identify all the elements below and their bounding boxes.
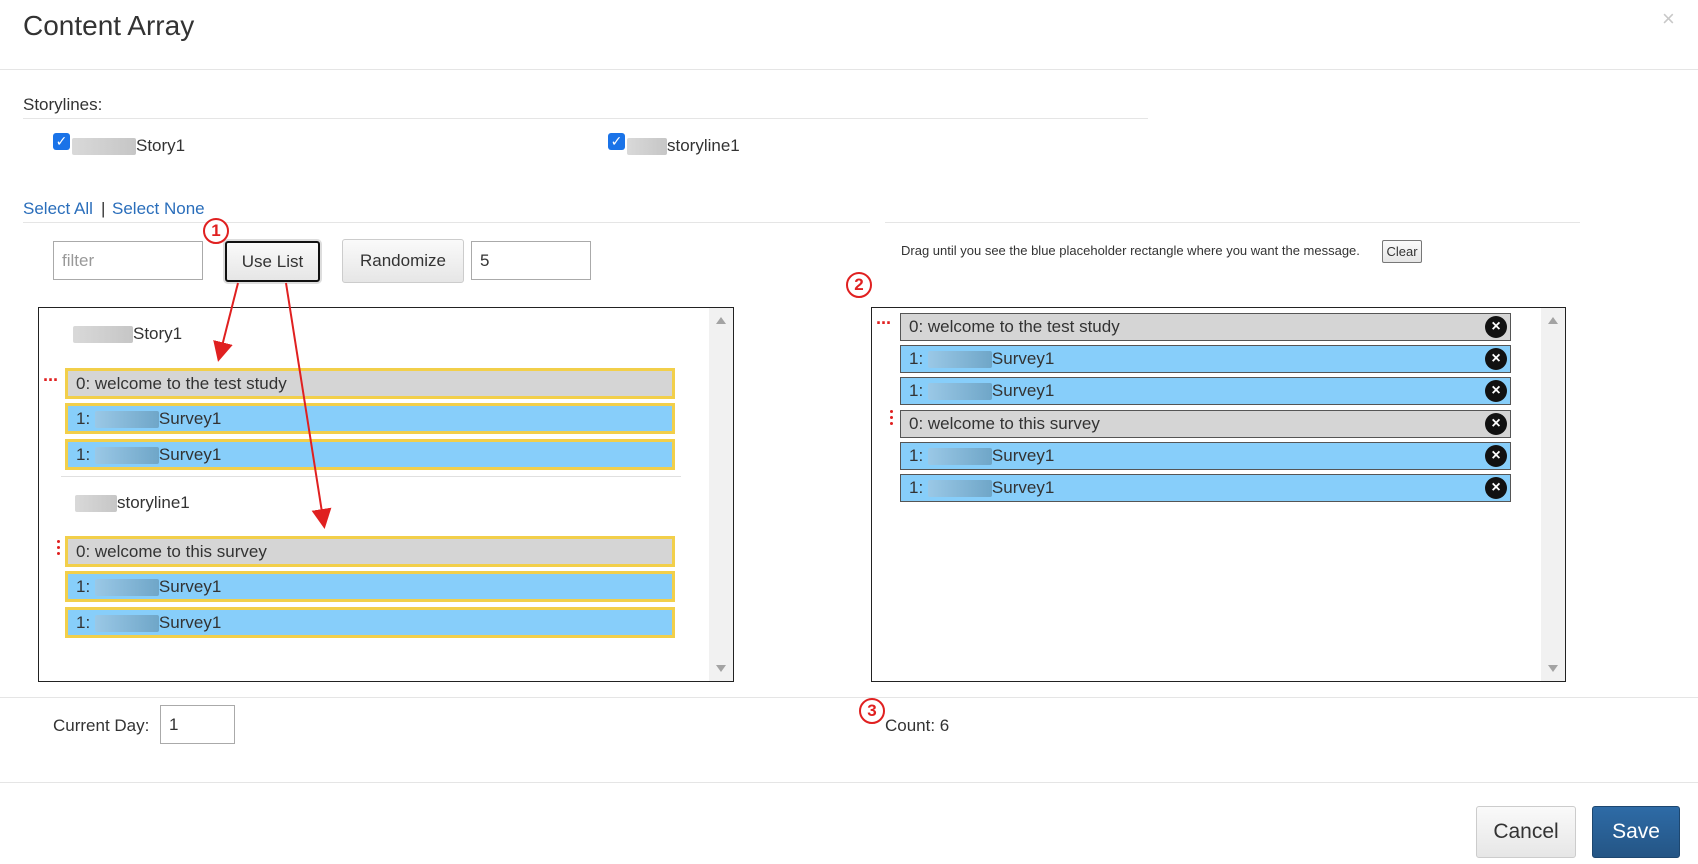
count-text: Count: 6 — [885, 716, 950, 735]
redacted-text — [73, 326, 133, 344]
storylines-label: Storylines: — [23, 95, 103, 114]
annotation-badge-1: 1 — [203, 218, 229, 244]
select-none-link[interactable]: Select None — [112, 199, 205, 219]
group-label-storyline1: storyline1 — [75, 493, 190, 513]
redacted-text — [927, 480, 992, 498]
selected-item[interactable]: 1: Survey1 × — [900, 474, 1511, 502]
list-item[interactable]: 1: Survey1 — [65, 439, 675, 470]
bottom-divider — [0, 697, 1698, 698]
list-item[interactable]: 1: Survey1 — [65, 607, 675, 638]
selected-item[interactable]: 1: Survey1 × — [900, 345, 1511, 373]
select-all-link[interactable]: Select All — [23, 199, 93, 219]
dialog-title: Content Array — [23, 10, 195, 41]
scroll-up-icon[interactable] — [1548, 317, 1558, 324]
redacted-text — [94, 447, 159, 465]
drag-handle-vertical-icon[interactable] — [57, 540, 60, 558]
drag-handle-horizontal-icon[interactable]: ··· — [876, 313, 892, 334]
storyline-label-storyline1: storyline1 — [627, 136, 740, 156]
footer-divider — [0, 782, 1698, 783]
use-list-button[interactable]: Use List — [225, 241, 320, 282]
remove-icon[interactable]: × — [1485, 348, 1507, 370]
cancel-button[interactable]: Cancel — [1476, 806, 1576, 858]
current-day-label: Current Day: — [53, 716, 150, 735]
redacted-text — [927, 351, 992, 369]
right-list-scrollbar[interactable] — [1541, 308, 1565, 681]
storyline-label-story1: Story1 — [72, 136, 185, 156]
list-item[interactable]: 0: welcome to the test study — [65, 368, 675, 399]
left-list-scrollbar[interactable] — [709, 308, 733, 681]
list-item[interactable]: 1: Survey1 — [65, 571, 675, 602]
scroll-up-icon[interactable] — [716, 317, 726, 324]
link-separator: | — [101, 199, 106, 218]
remove-icon[interactable]: × — [1485, 316, 1507, 338]
left-divider — [23, 222, 870, 223]
close-icon[interactable]: × — [1662, 6, 1675, 32]
right-divider — [885, 222, 1580, 223]
redacted-text — [94, 579, 159, 597]
selected-item[interactable]: 1: Survey1 × — [900, 377, 1511, 405]
selected-messages-list[interactable]: 0: welcome to the test study × 1: Survey1… — [871, 307, 1566, 682]
drag-hint-text: Drag until you see the blue placeholder … — [901, 243, 1360, 258]
group-divider — [61, 476, 681, 477]
redacted-text — [94, 615, 159, 633]
annotation-badge-2: 2 — [846, 272, 872, 298]
redacted-text — [75, 495, 117, 513]
randomize-button[interactable]: Randomize — [342, 239, 464, 283]
selected-item[interactable]: 0: welcome to this survey × — [900, 410, 1511, 438]
filter-input[interactable] — [53, 241, 203, 280]
drag-handle-horizontal-icon[interactable]: ··· — [43, 370, 59, 391]
redacted-text — [94, 411, 159, 429]
randomize-count-input[interactable] — [471, 241, 591, 280]
redacted-text — [627, 138, 667, 156]
remove-icon[interactable]: × — [1485, 445, 1507, 467]
clear-button[interactable]: Clear — [1382, 240, 1422, 263]
storylines-divider — [23, 118, 1148, 119]
drag-handle-vertical-icon[interactable] — [890, 410, 893, 428]
redacted-text — [927, 448, 992, 466]
current-day-input[interactable] — [160, 705, 235, 744]
save-button[interactable]: Save — [1592, 806, 1680, 858]
storyline-checkbox-storyline1[interactable]: ✓ — [608, 133, 625, 150]
annotation-badge-3: 3 — [859, 698, 885, 724]
available-messages-list[interactable]: Story1 0: welcome to the test study 1: S… — [38, 307, 734, 682]
storyline-checkbox-story1[interactable]: ✓ — [53, 133, 70, 150]
group-label-story1: Story1 — [73, 324, 182, 344]
redacted-text — [72, 138, 136, 156]
remove-icon[interactable]: × — [1485, 380, 1507, 402]
list-item[interactable]: 0: welcome to this survey — [65, 536, 675, 567]
selected-item[interactable]: 0: welcome to the test study × — [900, 313, 1511, 341]
list-item[interactable]: 1: Survey1 — [65, 403, 675, 434]
remove-icon[interactable]: × — [1485, 477, 1507, 499]
scroll-down-icon[interactable] — [716, 665, 726, 672]
selected-item[interactable]: 1: Survey1 × — [900, 442, 1511, 470]
scroll-down-icon[interactable] — [1548, 665, 1558, 672]
header-divider — [0, 69, 1698, 70]
remove-icon[interactable]: × — [1485, 413, 1507, 435]
redacted-text — [927, 383, 992, 401]
